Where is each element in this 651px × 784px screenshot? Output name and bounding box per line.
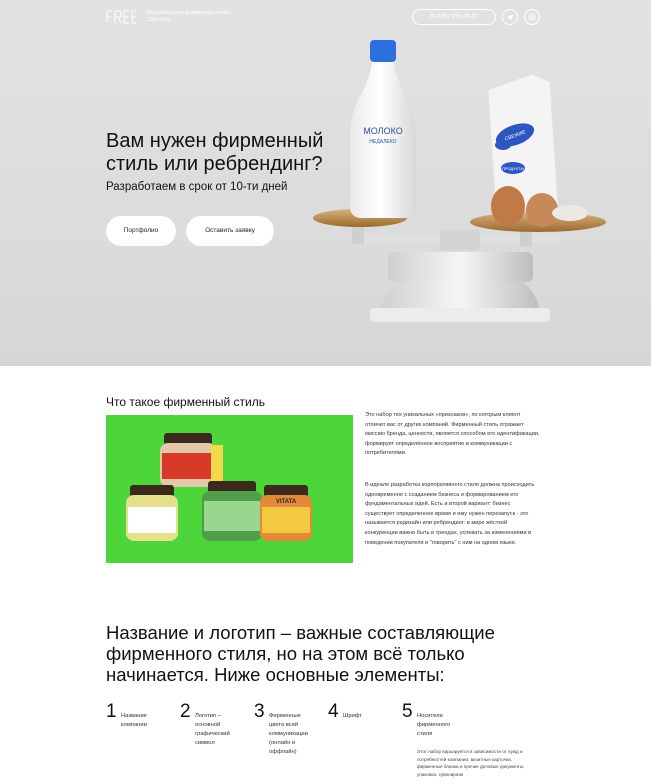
- element-number: 3: [254, 701, 265, 722]
- identity-paragraph-1: Это набор тех уникальных «признаков», по…: [365, 412, 540, 457]
- element-label: Фирменные цвета всей коммуникации (онлай…: [269, 713, 308, 755]
- elements-heading: Название и логотип – важные составляющие…: [106, 622, 495, 685]
- instagram-icon[interactable]: [524, 9, 540, 25]
- bottle-brand: МОЛОКО: [363, 126, 402, 136]
- telegram-icon[interactable]: [502, 9, 518, 25]
- phone-button[interactable]: 8 (495) 155-38-11: [412, 9, 496, 25]
- header-tagline: Разрабатываем фирменные стили с 2009 год…: [147, 10, 232, 23]
- portfolio-button[interactable]: Портфолио: [106, 216, 176, 246]
- element-description: Этот набор варьируется в зависимости от …: [417, 749, 525, 777]
- hero-section: Разрабатываем фирменные стили с 2009 год…: [0, 0, 651, 366]
- free-logo[interactable]: [106, 10, 138, 24]
- element-label: Носители фирменного стиля: [417, 713, 451, 737]
- element-number: 5: [402, 701, 413, 722]
- request-button[interactable]: Оставить заявку: [186, 216, 274, 246]
- scale-illustration: МОЛОКО НЕДАЛЕКО СВЕЖИЕ ПРОДУКТЫ: [313, 40, 606, 322]
- jars-image: VITATA: [106, 415, 353, 563]
- element-number: 1: [106, 701, 117, 722]
- identity-title: Что такое фирменный стиль: [106, 395, 266, 409]
- element-label: Логотип – основной графический символ: [195, 713, 230, 746]
- element-label: Шрифт: [343, 713, 363, 719]
- element-number: 4: [328, 701, 339, 722]
- identity-paragraph-2: В идеале разработка корпоративного стиля…: [365, 482, 535, 546]
- jar-brand: VITATA: [276, 499, 297, 505]
- bottle-sub: НЕДАЛЕКО: [369, 139, 396, 145]
- element-number: 2: [180, 701, 191, 722]
- element-label: Название компании: [121, 713, 147, 728]
- bag-label-3: ПРОДУКТЫ: [502, 166, 525, 171]
